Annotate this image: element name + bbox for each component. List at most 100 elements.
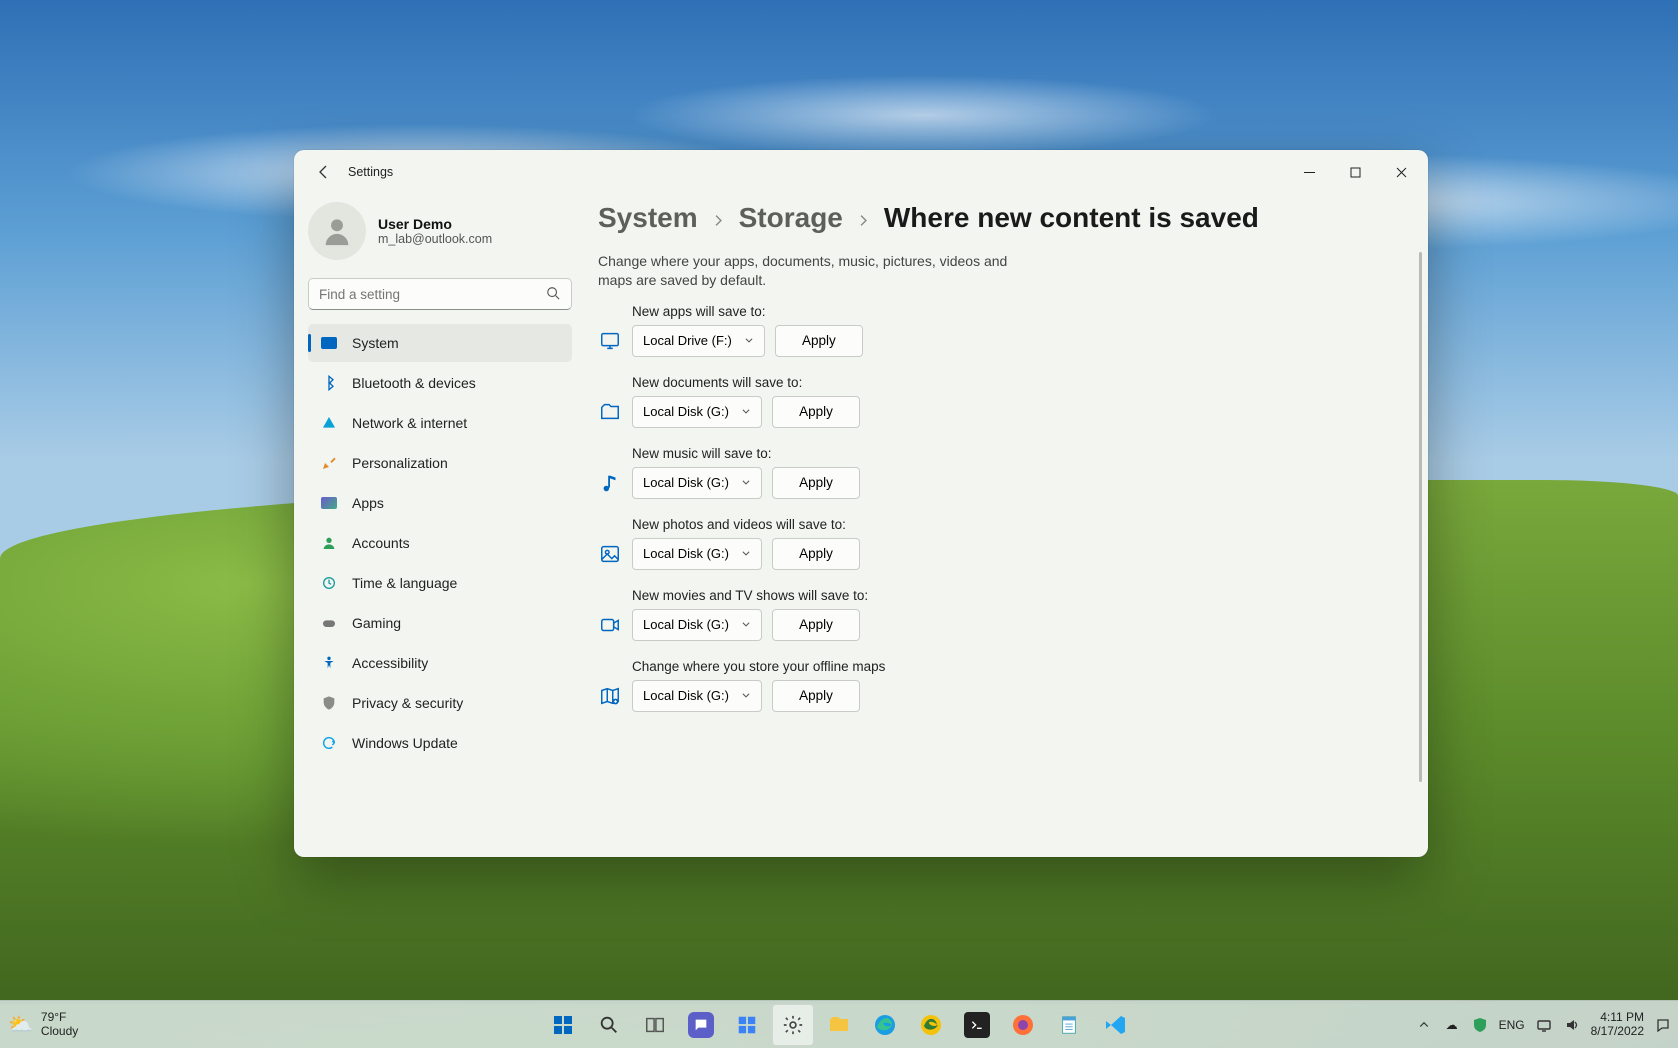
sidebar-item-label: Accessibility: [352, 655, 428, 671]
apps-drive-dropdown[interactable]: Local Drive (F:): [632, 325, 765, 357]
chevron-down-icon: [741, 688, 751, 703]
onedrive-icon[interactable]: ☁: [1443, 1016, 1461, 1034]
sidebar-item-label: Time & language: [352, 575, 457, 591]
avatar: [308, 202, 366, 260]
sidebar-item-label: Accounts: [352, 535, 410, 551]
back-button[interactable]: [306, 154, 342, 190]
setting-label: New movies and TV shows will save to:: [632, 588, 1406, 603]
vscode-button[interactable]: [1094, 1004, 1136, 1046]
profile-block[interactable]: User Demo m_lab@outlook.com: [308, 194, 572, 276]
scrollbar[interactable]: [1419, 252, 1422, 782]
maximize-button[interactable]: [1332, 154, 1378, 190]
settings-window: Settings User Demo m_lab@outlook.com: [294, 150, 1428, 857]
firefox-icon: [1010, 1012, 1036, 1038]
windows-icon: [550, 1012, 576, 1038]
dropdown-value: Local Disk (G:): [643, 475, 729, 490]
task-view-button[interactable]: [634, 1004, 676, 1046]
sidebar-item-bluetooth[interactable]: Bluetooth & devices: [308, 364, 572, 402]
close-button[interactable]: [1378, 154, 1424, 190]
setting-music: New music will save to: Local Disk (G:) …: [598, 446, 1406, 499]
edge-button[interactable]: [864, 1004, 906, 1046]
search-icon: [596, 1012, 622, 1038]
titlebar: Settings: [294, 150, 1428, 194]
chat-button[interactable]: [680, 1004, 722, 1046]
sidebar-item-privacy[interactable]: Privacy & security: [308, 684, 572, 722]
photos-drive-dropdown[interactable]: Local Disk (G:): [632, 538, 762, 570]
volume-tray-icon[interactable]: [1563, 1016, 1581, 1034]
sidebar-item-apps[interactable]: Apps: [308, 484, 572, 522]
language-indicator[interactable]: ENG: [1499, 1018, 1525, 1032]
dropdown-value: Local Disk (G:): [643, 617, 729, 632]
accounts-icon: [320, 534, 338, 552]
main-panel: System Storage Where new content is save…: [580, 194, 1428, 857]
sidebar-item-update[interactable]: Windows Update: [308, 724, 572, 762]
weather-widget[interactable]: ⛅ 79°F Cloudy: [8, 1011, 78, 1037]
sidebar-item-personalization[interactable]: Personalization: [308, 444, 572, 482]
explorer-button[interactable]: [818, 1004, 860, 1046]
time-icon: [320, 574, 338, 592]
sidebar-item-network[interactable]: Network & internet: [308, 404, 572, 442]
search-box[interactable]: [308, 278, 572, 310]
crumb-system[interactable]: System: [598, 202, 698, 234]
sidebar-item-system[interactable]: System: [308, 324, 572, 362]
music-apply-button[interactable]: Apply: [772, 467, 860, 499]
apps-apply-button[interactable]: Apply: [775, 325, 863, 357]
minimize-button[interactable]: [1286, 154, 1332, 190]
setting-label: New photos and videos will save to:: [632, 517, 1406, 532]
notepad-button[interactable]: [1048, 1004, 1090, 1046]
music-drive-dropdown[interactable]: Local Disk (G:): [632, 467, 762, 499]
setting-documents: New documents will save to: Local Disk (…: [598, 375, 1406, 428]
search-input[interactable]: [308, 278, 572, 310]
sidebar-item-time[interactable]: Time & language: [308, 564, 572, 602]
movies-save-icon: [598, 613, 622, 637]
network-tray-icon[interactable]: [1535, 1016, 1553, 1034]
user-email: m_lab@outlook.com: [378, 232, 492, 246]
crumb-current: Where new content is saved: [884, 202, 1259, 234]
documents-apply-button[interactable]: Apply: [772, 396, 860, 428]
maps-apply-button[interactable]: Apply: [772, 680, 860, 712]
chevron-down-icon: [741, 546, 751, 561]
movies-apply-button[interactable]: Apply: [772, 609, 860, 641]
firefox-button[interactable]: [1002, 1004, 1044, 1046]
accessibility-icon: [320, 654, 338, 672]
sidebar: User Demo m_lab@outlook.com System Bluet…: [294, 194, 580, 857]
apps-icon: [320, 494, 338, 512]
movies-drive-dropdown[interactable]: Local Disk (G:): [632, 609, 762, 641]
tray-overflow-button[interactable]: [1415, 1016, 1433, 1034]
folder-icon: [826, 1012, 852, 1038]
maps-drive-dropdown[interactable]: Local Disk (G:): [632, 680, 762, 712]
notifications-button[interactable]: [1654, 1016, 1672, 1034]
setting-label: Change where you store your offline maps: [632, 659, 1406, 674]
photos-apply-button[interactable]: Apply: [772, 538, 860, 570]
settings-taskbar-button[interactable]: [772, 1004, 814, 1046]
dropdown-value: Local Drive (F:): [643, 333, 732, 348]
security-tray-icon[interactable]: [1471, 1016, 1489, 1034]
terminal-icon: [964, 1012, 990, 1038]
terminal-button[interactable]: [956, 1004, 998, 1046]
maximize-icon: [1350, 167, 1361, 178]
chat-icon: [688, 1012, 714, 1038]
minimize-icon: [1304, 167, 1315, 178]
setting-label: New music will save to:: [632, 446, 1406, 461]
sidebar-item-label: Network & internet: [352, 415, 467, 431]
widgets-button[interactable]: [726, 1004, 768, 1046]
search-icon: [546, 286, 560, 305]
edge-canary-button[interactable]: [910, 1004, 952, 1046]
clock[interactable]: 4:11 PM 8/17/2022: [1591, 1011, 1644, 1039]
weather-temp: 79°F: [41, 1011, 78, 1024]
crumb-storage[interactable]: Storage: [739, 202, 843, 234]
sidebar-item-gaming[interactable]: Gaming: [308, 604, 572, 642]
dropdown-value: Local Disk (G:): [643, 546, 729, 561]
start-button[interactable]: [542, 1004, 584, 1046]
chevron-down-icon: [741, 475, 751, 490]
taskbar-center: [542, 1004, 1136, 1046]
weather-icon: ⛅: [8, 1012, 33, 1037]
sidebar-item-accounts[interactable]: Accounts: [308, 524, 572, 562]
sidebar-item-label: Windows Update: [352, 735, 458, 751]
setting-photos: New photos and videos will save to: Loca…: [598, 517, 1406, 570]
maps-save-icon: [598, 684, 622, 708]
search-button[interactable]: [588, 1004, 630, 1046]
sidebar-item-accessibility[interactable]: Accessibility: [308, 644, 572, 682]
widgets-icon: [734, 1012, 760, 1038]
documents-drive-dropdown[interactable]: Local Disk (G:): [632, 396, 762, 428]
